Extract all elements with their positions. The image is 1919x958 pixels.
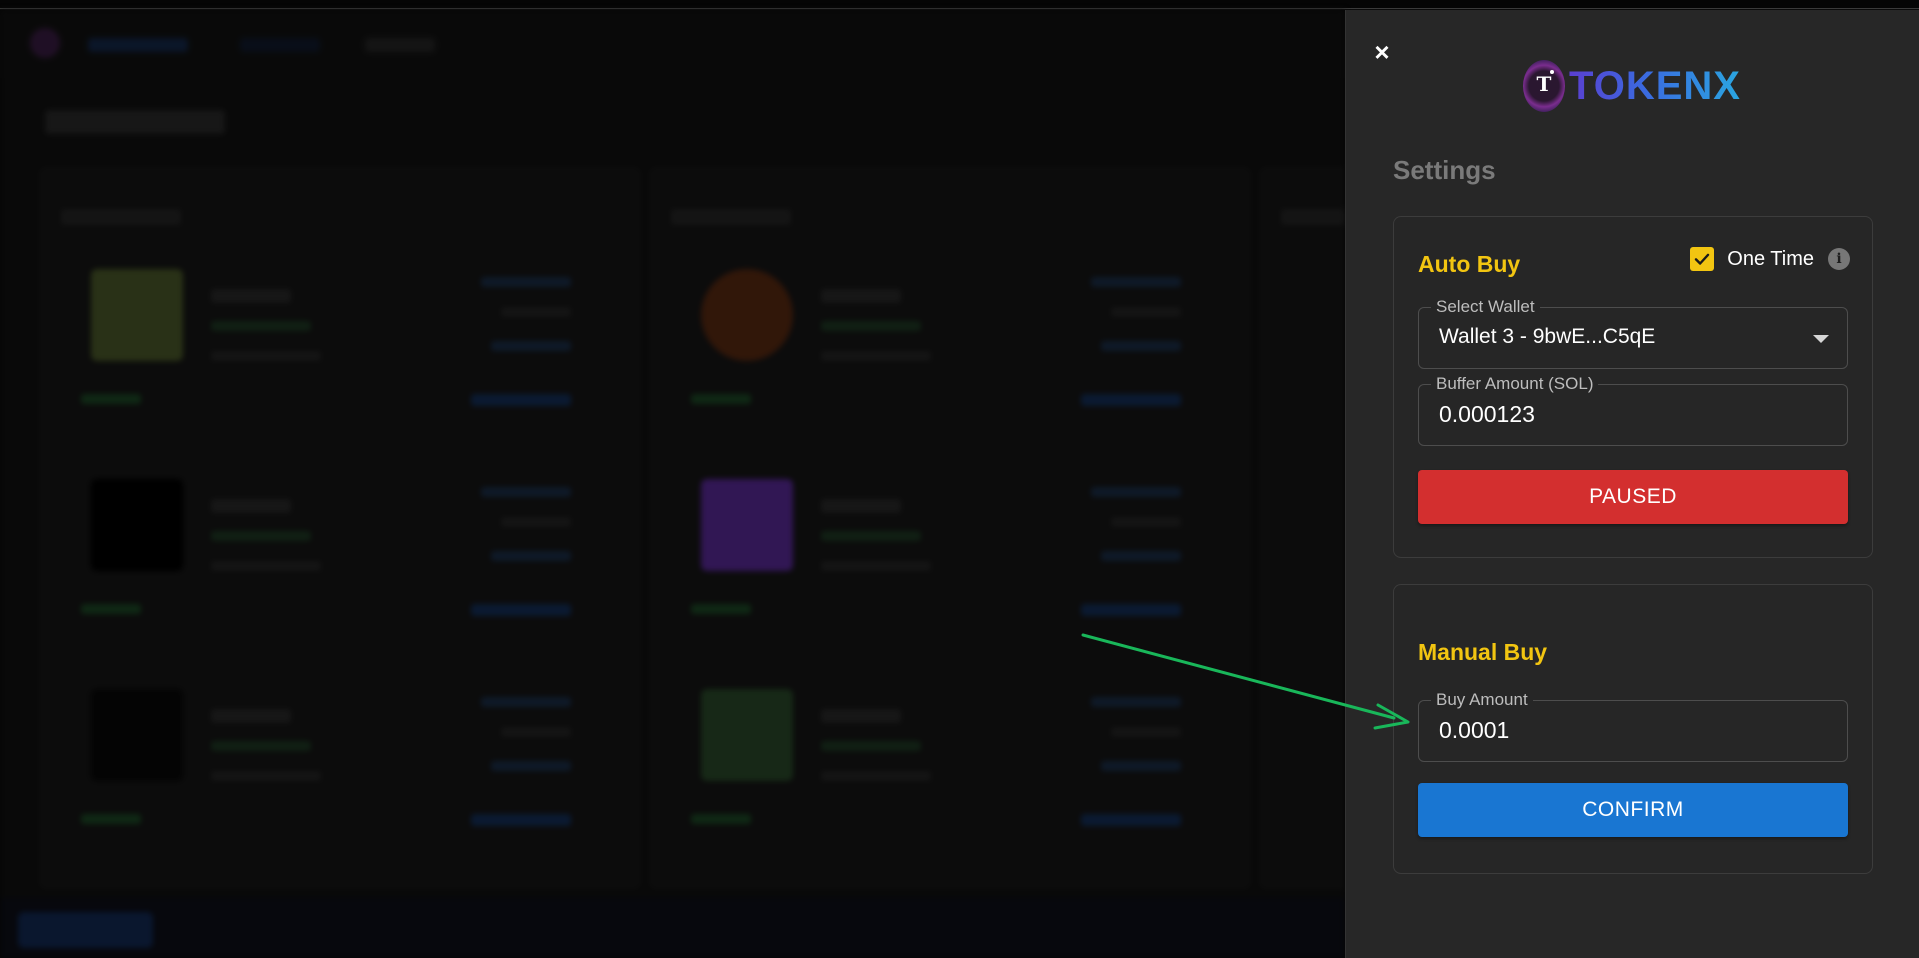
manual-buy-card: Manual Buy Buy Amount 0.0001 CONFIRM	[1393, 584, 1873, 874]
manual-buy-title: Manual Buy	[1418, 639, 1548, 665]
one-time-checkbox[interactable]	[1690, 247, 1715, 271]
brand-name: TOKENX	[1569, 63, 1741, 108]
buy-amount-value[interactable]: 0.0001	[1439, 717, 1509, 744]
auto-buy-card: Auto Buy One Time i Select Wallet Wallet…	[1393, 216, 1873, 558]
buffer-amount-input[interactable]: Buffer Amount (SOL) 0.000123	[1418, 374, 1848, 446]
window-top-edge	[0, 0, 1919, 9]
buffer-amount-label: Buffer Amount (SOL)	[1431, 374, 1599, 394]
buy-amount-label: Buy Amount	[1431, 690, 1533, 710]
settings-drawer: × T TOKENX Settings Auto Buy One Time i …	[1345, 10, 1919, 958]
auto-buy-title: Auto Buy	[1418, 251, 1521, 277]
confirm-button[interactable]: CONFIRM	[1418, 783, 1848, 837]
close-icon[interactable]: ×	[1368, 38, 1396, 66]
one-time-label[interactable]: One Time	[1727, 248, 1814, 271]
select-wallet-label: Select Wallet	[1431, 297, 1540, 317]
select-wallet-dropdown[interactable]: Select Wallet Wallet 3 - 9bwE...C5qE	[1418, 297, 1848, 369]
select-wallet-value: Wallet 3 - 9bwE...C5qE	[1439, 325, 1656, 348]
tokenx-logo-icon: T	[1523, 60, 1565, 112]
info-icon[interactable]: i	[1828, 248, 1850, 270]
brand-logo-letter: T	[1536, 72, 1552, 96]
buy-amount-input[interactable]: Buy Amount 0.0001	[1418, 690, 1848, 762]
checkmark-icon	[1695, 253, 1710, 265]
buffer-amount-value[interactable]: 0.000123	[1439, 401, 1535, 428]
brand-logo: T TOKENX	[1523, 56, 1741, 116]
modal-backdrop[interactable]	[0, 10, 1345, 958]
page-title: Settings	[1393, 155, 1496, 185]
one-time-option: One Time i	[1690, 247, 1850, 271]
paused-button[interactable]: PAUSED	[1418, 470, 1848, 524]
chevron-down-icon[interactable]	[1813, 335, 1829, 343]
